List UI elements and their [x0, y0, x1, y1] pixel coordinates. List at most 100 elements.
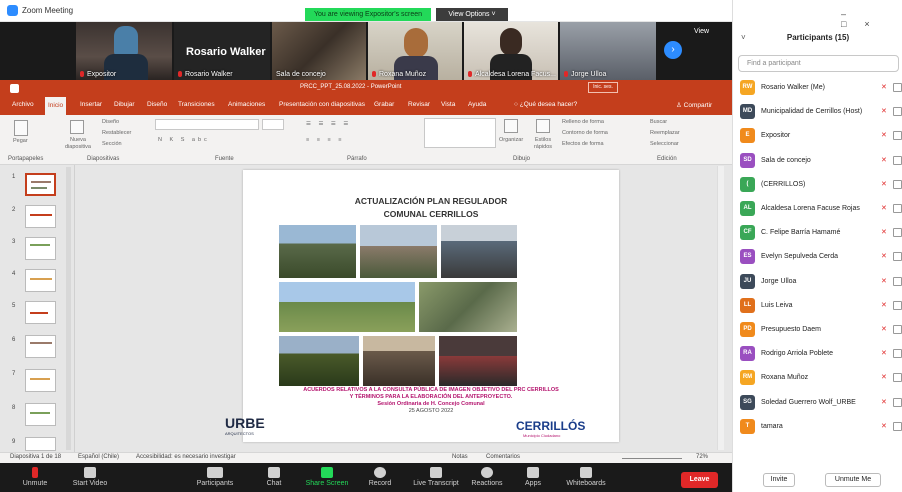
slide-thumbnail[interactable]	[25, 335, 56, 358]
tab-dibujar[interactable]: Dibujar	[114, 101, 135, 108]
tab-presentacion[interactable]: Presentación con diapositivas	[279, 101, 365, 108]
participant-name: C. Felipe Barría Hamamé	[761, 229, 841, 237]
participant-row[interactable]: Ttamara ✕	[733, 415, 902, 439]
participant-row[interactable]: MD Municipalidad de Cerrillos (Host) ✕	[733, 100, 902, 124]
view-button[interactable]: View	[694, 28, 709, 35]
muted-mic-icon: ✕	[881, 205, 887, 212]
shape-outline-button[interactable]: Contorno de forma	[562, 130, 608, 136]
participant-row[interactable]: AL Alcaldesa Lorena Facuse Rojas ✕	[733, 197, 902, 221]
thumb-number: 3	[12, 239, 16, 245]
tab-grabar[interactable]: Grabar	[374, 101, 394, 108]
participant-row[interactable]: PD Presupuesto Daem ✕	[733, 318, 902, 342]
participant-row[interactable]: SD Sala de concejo ✕	[733, 149, 902, 173]
record-button[interactable]: Record	[364, 463, 396, 492]
video-tile-roxana-munoz[interactable]: Roxana Muñoz	[368, 22, 462, 80]
unmute-me-button[interactable]: Unmute Me	[825, 473, 881, 487]
unmute-button[interactable]: Unmute	[16, 463, 54, 492]
start-video-button[interactable]: Start Video	[66, 463, 114, 492]
shape-fill-button[interactable]: Relleno de forma	[562, 119, 604, 125]
new-slide-icon[interactable]	[70, 120, 84, 134]
window-controls[interactable]: –□×	[841, 9, 902, 29]
slide-thumbnail[interactable]	[25, 369, 56, 392]
tab-ayuda[interactable]: Ayuda	[468, 101, 486, 108]
participant-name: Expositor	[761, 132, 791, 140]
thumbnails-scrollbar[interactable]	[66, 167, 71, 450]
tell-me-search[interactable]: ○ ¿Qué desea hacer?	[514, 101, 577, 108]
paragraph-list-buttons[interactable]: ☰ ☰ ☰ ☰	[306, 121, 351, 127]
video-tile-expositor[interactable]: Expositor	[76, 22, 172, 80]
chat-button[interactable]: Chat	[262, 463, 286, 492]
select-button[interactable]: Seleccionar	[650, 141, 679, 147]
participant-row[interactable]: RA Rodrigo Arriola Poblete ✕	[733, 342, 902, 366]
participants-button[interactable]: Participants	[186, 463, 244, 492]
slide-thumbnail[interactable]	[25, 301, 56, 324]
design-button[interactable]: Diseño	[102, 119, 119, 125]
tab-archivo[interactable]: Archivo	[12, 101, 34, 108]
participant-row[interactable]: E Expositor ✕	[733, 124, 902, 148]
participant-row[interactable]: JU Jorge Ulloa ✕	[733, 270, 902, 294]
next-page-arrow-icon[interactable]: ›	[664, 41, 682, 59]
language-status[interactable]: Español (Chile)	[78, 454, 119, 460]
participant-row[interactable]: CF C. Felipe Barría Hamamé ✕	[733, 221, 902, 245]
video-tile-alcaldesa[interactable]: Alcaldesa Lorena Facus...	[464, 22, 558, 80]
paste-label[interactable]: Pegar	[13, 138, 28, 144]
accessibility-status[interactable]: Accesibilidad: es necesario investigar	[136, 454, 236, 460]
apps-button[interactable]: Apps	[518, 463, 548, 492]
tab-animaciones[interactable]: Animaciones	[228, 101, 265, 108]
slide-thumbnail[interactable]	[25, 237, 56, 260]
find-button[interactable]: Buscar	[650, 119, 667, 125]
replace-button[interactable]: Reemplazar	[650, 130, 680, 136]
whiteboards-button[interactable]: Whiteboards	[560, 463, 612, 492]
notes-button[interactable]: Notas	[452, 454, 468, 460]
paragraph-align-buttons[interactable]: ≡ ≡ ≡ ≡	[306, 137, 344, 143]
tab-revisar[interactable]: Revisar	[408, 101, 430, 108]
participant-row[interactable]: RM Roxana Muñoz ✕	[733, 366, 902, 390]
font-name-select[interactable]	[155, 119, 259, 130]
quick-styles-button[interactable]: Estilos rápidos	[528, 137, 558, 151]
shape-effects-button[interactable]: Efectos de forma	[562, 141, 604, 147]
participant-row[interactable]: LL Luis Leiva ✕	[733, 294, 902, 318]
slide-thumbnail[interactable]	[25, 403, 56, 426]
tab-vista[interactable]: Vista	[441, 101, 455, 108]
font-format-buttons[interactable]: N K S abc	[158, 137, 210, 143]
participant-row[interactable]: SG Soledad Guerrero Wolf_URBE ✕	[733, 391, 902, 415]
live-transcript-button[interactable]: Live Transcript	[406, 463, 466, 492]
slide-title: ACTUALIZACIÓN PLAN REGULADOR COMUNAL CERR…	[243, 195, 619, 221]
tab-diseno[interactable]: Diseño	[147, 101, 167, 108]
reactions-button[interactable]: Reactions	[466, 463, 508, 492]
participant-row[interactable]: RW Rosario Walker (Me) ✕	[733, 76, 902, 100]
organize-icon[interactable]	[504, 119, 518, 133]
slide-thumbnail[interactable]	[25, 205, 56, 228]
comments-button[interactable]: Comentarios	[486, 454, 520, 460]
share-screen-button[interactable]: Share Screen	[303, 463, 351, 492]
participant-row[interactable]: ((CERRILLOS) ✕	[733, 173, 902, 197]
new-slide-label[interactable]: Nueva diapositiva	[62, 137, 94, 151]
slide-thumbnail[interactable]	[25, 173, 56, 196]
shapes-gallery[interactable]	[424, 118, 496, 148]
invite-button[interactable]: Invite	[763, 473, 795, 487]
section-button[interactable]: Sección	[102, 141, 122, 147]
paste-icon[interactable]	[14, 120, 28, 136]
reset-button[interactable]: Restablecer	[102, 130, 131, 136]
font-size-select[interactable]	[262, 119, 284, 130]
muted-mic-icon	[178, 71, 182, 77]
tab-insertar[interactable]: Insertar	[80, 101, 102, 108]
tab-inicio[interactable]: Inicio	[45, 97, 67, 115]
participant-row[interactable]: ES Evelyn Sepulveda Cerda ✕	[733, 245, 902, 269]
sign-in-button[interactable]: Inic. ses.	[588, 82, 618, 93]
slide-thumbnail[interactable]	[25, 269, 56, 292]
slide-thumbnail[interactable]	[25, 437, 56, 451]
organize-button[interactable]: Organizar	[499, 137, 523, 143]
current-slide[interactable]: ACTUALIZACIÓN PLAN REGULADOR COMUNAL CERR…	[243, 170, 619, 442]
quick-styles-icon[interactable]	[536, 119, 550, 133]
zoom-slider[interactable]	[622, 458, 682, 459]
view-options-button[interactable]: View Options ˅	[436, 8, 508, 21]
slide-scrollbar[interactable]	[717, 166, 724, 450]
zoom-level[interactable]: 72%	[696, 454, 708, 460]
video-tile-sala-de-concejo[interactable]: Sala de concejo	[272, 22, 366, 80]
share-button[interactable]: ♙ Compartir	[676, 101, 712, 109]
participant-search-input[interactable]: Find a participant	[738, 55, 899, 72]
leave-button[interactable]: Leave	[681, 472, 718, 488]
tab-transiciones[interactable]: Transiciones	[178, 101, 215, 108]
video-tile-jorge-ulloa[interactable]: Jorge Ulloa	[560, 22, 656, 80]
